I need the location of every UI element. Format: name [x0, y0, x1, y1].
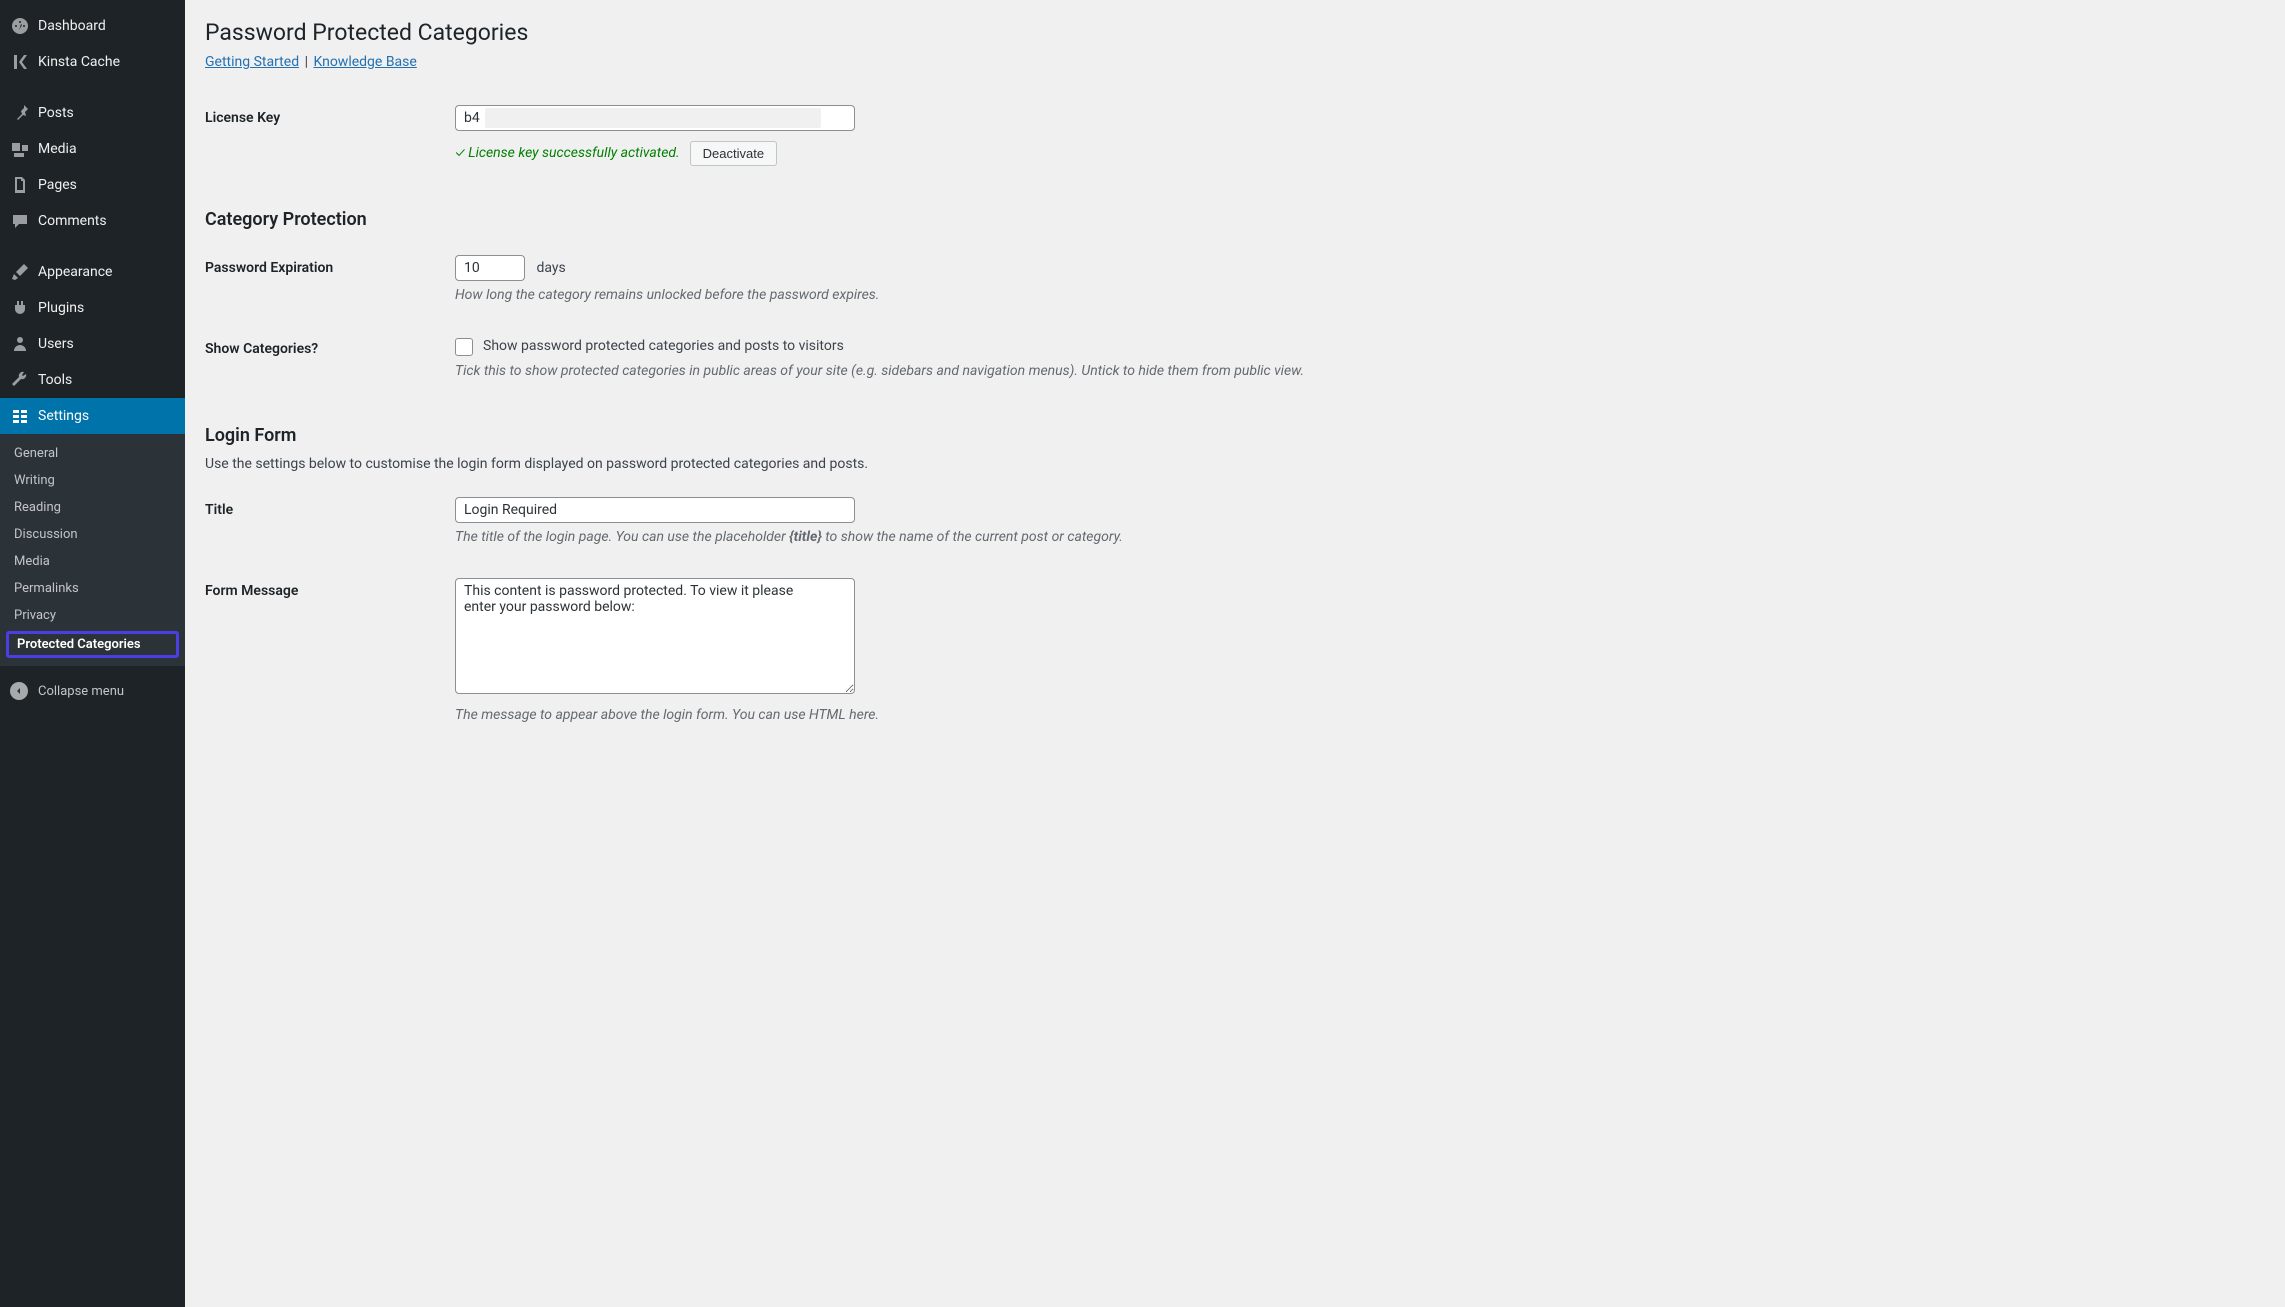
pages-icon — [10, 175, 30, 195]
brush-icon — [10, 262, 30, 282]
license-key-label: License Key — [205, 90, 455, 181]
sidebar-item-posts[interactable]: Posts — [0, 95, 185, 131]
expiration-description: How long the category remains unlocked b… — [455, 285, 2255, 306]
login-form-intro: Use the settings below to customise the … — [205, 456, 2265, 472]
license-key-wrapper — [455, 105, 855, 131]
show-categories-description: Tick this to show protected categories i… — [455, 361, 2255, 382]
login-form-heading: Login Form — [205, 425, 2265, 446]
collapse-label: Collapse menu — [38, 684, 124, 699]
page-title: Password Protected Categories — [205, 10, 2265, 50]
form-message-description: The message to appear above the login fo… — [455, 705, 2255, 726]
knowledge-base-link[interactable]: Knowledge Base — [313, 54, 416, 70]
submenu-privacy[interactable]: Privacy — [0, 602, 185, 629]
category-protection-heading: Category Protection — [205, 209, 2265, 230]
collapse-icon — [10, 682, 28, 700]
media-icon — [10, 139, 30, 159]
sidebar-item-label: Media — [38, 141, 77, 157]
menu-separator — [0, 85, 185, 90]
main-content: Password Protected Categories Getting St… — [185, 0, 2285, 1307]
plug-icon — [10, 298, 30, 318]
sidebar-item-label: Posts — [38, 105, 74, 121]
form-message-textarea[interactable] — [455, 578, 855, 694]
sidebar-item-settings[interactable]: Settings — [0, 398, 185, 434]
sidebar-item-pages[interactable]: Pages — [0, 167, 185, 203]
sidebar-item-label: Dashboard — [38, 18, 106, 34]
license-key-input[interactable] — [455, 105, 855, 131]
sidebar-item-label: Plugins — [38, 300, 84, 316]
submenu-protected-categories[interactable]: Protected Categories — [6, 631, 179, 658]
password-expiration-input[interactable] — [455, 255, 525, 281]
kinsta-icon — [10, 52, 30, 72]
admin-sidebar: Dashboard Kinsta Cache Posts Media Pages… — [0, 0, 185, 1307]
sidebar-item-label: Appearance — [38, 264, 112, 280]
menu-separator — [0, 244, 185, 249]
expiration-unit: days — [536, 260, 565, 276]
sidebar-item-label: Pages — [38, 177, 77, 193]
sidebar-item-label: Settings — [38, 408, 89, 424]
show-categories-checkbox-label: Show password protected categories and p… — [483, 336, 844, 357]
sidebar-item-label: Users — [38, 336, 74, 352]
sidebar-item-label: Kinsta Cache — [38, 54, 120, 70]
password-expiration-label: Password Expiration — [205, 240, 455, 321]
sidebar-item-comments[interactable]: Comments — [0, 203, 185, 239]
sidebar-item-label: Tools — [38, 372, 72, 388]
sidebar-item-plugins[interactable]: Plugins — [0, 290, 185, 326]
show-categories-label: Show Categories? — [205, 321, 455, 397]
settings-submenu: General Writing Reading Discussion Media… — [0, 434, 185, 666]
show-categories-checkbox[interactable] — [455, 338, 473, 356]
comments-icon — [10, 211, 30, 231]
submenu-writing[interactable]: Writing — [0, 467, 185, 494]
submenu-general[interactable]: General — [0, 440, 185, 467]
title-field-description: The title of the login page. You can use… — [455, 527, 2255, 548]
getting-started-link[interactable]: Getting Started — [205, 54, 299, 70]
form-message-label: Form Message — [205, 563, 455, 741]
link-separator: | — [301, 54, 311, 70]
collapse-menu[interactable]: Collapse menu — [0, 674, 185, 708]
license-success-msg: ✓ License key successfully activated. — [455, 143, 680, 164]
sidebar-item-appearance[interactable]: Appearance — [0, 254, 185, 290]
help-links: Getting Started | Knowledge Base — [205, 50, 2265, 80]
title-field-label: Title — [205, 482, 455, 563]
sidebar-item-kinsta-cache[interactable]: Kinsta Cache — [0, 44, 185, 80]
deactivate-button[interactable]: Deactivate — [690, 141, 777, 166]
pin-icon — [10, 103, 30, 123]
sidebar-item-users[interactable]: Users — [0, 326, 185, 362]
login-title-input[interactable] — [455, 497, 855, 523]
submenu-reading[interactable]: Reading — [0, 494, 185, 521]
submenu-permalinks[interactable]: Permalinks — [0, 575, 185, 602]
settings-icon — [10, 406, 30, 426]
sidebar-item-media[interactable]: Media — [0, 131, 185, 167]
users-icon — [10, 334, 30, 354]
sidebar-item-dashboard[interactable]: Dashboard — [0, 8, 185, 44]
submenu-discussion[interactable]: Discussion — [0, 521, 185, 548]
dashboard-icon — [10, 16, 30, 36]
sidebar-item-tools[interactable]: Tools — [0, 362, 185, 398]
submenu-media[interactable]: Media — [0, 548, 185, 575]
wrench-icon — [10, 370, 30, 390]
sidebar-item-label: Comments — [38, 213, 107, 229]
